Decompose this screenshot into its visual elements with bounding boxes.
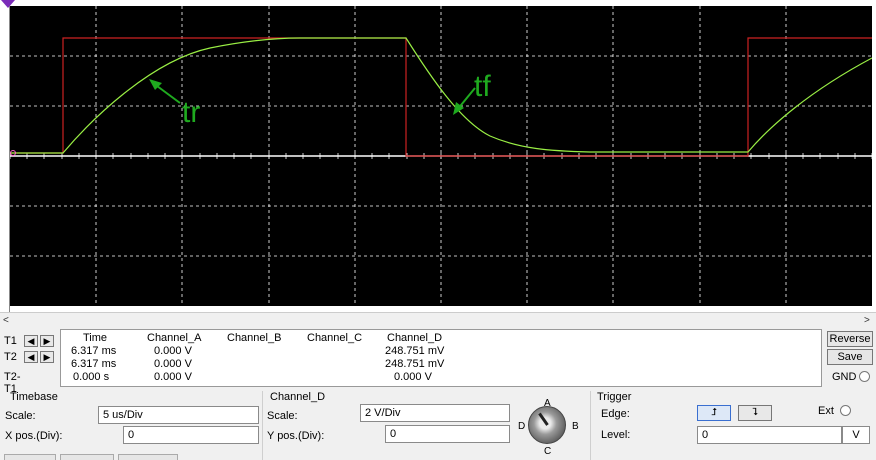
t1-label: T1 (4, 335, 17, 347)
t1-channel-a: 0.000 V (154, 345, 192, 357)
bottom-tab-3[interactable] (118, 454, 178, 460)
timebase-xpos-field[interactable]: 0 (123, 426, 259, 444)
trigger-ext-label: Ext (818, 405, 834, 417)
header-channel-c: Channel_C (307, 332, 363, 344)
channel-scale-label: Scale: (267, 410, 298, 422)
channel-selector-knob[interactable] (528, 406, 566, 444)
bottom-tab-1[interactable] (4, 454, 56, 460)
trigger-title: Trigger (597, 391, 632, 403)
channel-ypos-label: Y pos.(Div): (267, 430, 325, 442)
cursor-readout: T1 ◀ ▶ T2 ◀ ▶ T2-T1 Time Channel_A Chann… (0, 327, 822, 395)
bottom-tab-2[interactable] (60, 454, 114, 460)
horizontal-scrollbar[interactable]: < > (0, 312, 876, 326)
trigger-level-label: Level: (601, 429, 631, 441)
header-channel-a: Channel_A (147, 332, 202, 344)
t2-right-button[interactable]: ▶ (40, 351, 54, 363)
knob-label-c: C (544, 446, 552, 457)
t2-left-button[interactable]: ◀ (24, 351, 38, 363)
readout-table: Time Channel_A Channel_B Channel_C Chann… (60, 329, 822, 387)
scope-display: tr tf (10, 6, 872, 306)
knob-label-b: B (572, 421, 579, 432)
delta-channel-d: 0.000 V (394, 371, 432, 383)
scope-plot: tr tf (10, 6, 872, 306)
header-channel-b: Channel_B (227, 332, 282, 344)
channel-scale-field[interactable]: 2 V/Div (360, 404, 510, 422)
t1-left-button[interactable]: ◀ (24, 335, 38, 347)
t1-row: T1 ◀ ▶ (4, 335, 54, 347)
t2-row: T2 ◀ ▶ (4, 351, 54, 363)
timebase-title: Timebase (10, 391, 58, 403)
oscilloscope-window: tr tf < > T1 ◀ ▶ T2 ◀ ▶ T2-T1 Time Chann… (0, 0, 876, 460)
falling-edge-button[interactable]: ⮧ (738, 405, 772, 421)
rising-edge-icon: ⮥ (711, 407, 717, 418)
delta-time: 0.000 s (73, 371, 110, 383)
channel-ypos-field[interactable]: 0 (385, 425, 510, 443)
t2-time: 6.317 ms (71, 358, 117, 370)
t1-right-button[interactable]: ▶ (40, 335, 54, 347)
save-button[interactable]: Save (827, 349, 873, 365)
scroll-left-icon[interactable]: < (3, 315, 9, 326)
delta-channel-a: 0.000 V (154, 371, 192, 383)
scroll-right-icon[interactable]: > (864, 315, 870, 326)
knob-indicator (538, 412, 549, 426)
t1-time: 6.317 ms (71, 345, 117, 357)
header-channel-d: Channel_D (387, 332, 443, 344)
knob-label-a: A (544, 398, 551, 409)
t1-channel-d: 248.751 mV (385, 345, 445, 357)
timebase-scale-label: Scale: (5, 410, 36, 422)
gnd-radio[interactable] (859, 371, 870, 382)
trigger-edge-label: Edge: (601, 408, 630, 420)
gnd-label: GND (832, 371, 857, 383)
rising-edge-button[interactable]: ⮥ (697, 405, 731, 421)
falling-edge-icon: ⮧ (752, 407, 758, 418)
screen-left-bar (0, 0, 15, 314)
timebase-xpos-label: X pos.(Div): (5, 430, 63, 442)
t2-channel-d: 248.751 mV (385, 358, 445, 370)
separator (262, 391, 263, 460)
channel-title: Channel_D (270, 391, 326, 403)
knob-label-d: D (518, 421, 526, 432)
t2-channel-a: 0.000 V (154, 358, 192, 370)
tf-label: tf (474, 70, 491, 103)
t2-label: T2 (4, 351, 17, 363)
trigger-level-field[interactable]: 0 (697, 426, 842, 444)
timebase-scale-field[interactable]: 5 us/Div (98, 406, 259, 424)
tr-label: tr (182, 96, 200, 129)
trigger-level-unit[interactable]: V (842, 426, 870, 444)
reverse-button[interactable]: Reverse (827, 331, 873, 347)
separator (590, 391, 591, 460)
header-time: Time (83, 332, 108, 344)
trigger-ext-radio[interactable] (840, 405, 851, 416)
